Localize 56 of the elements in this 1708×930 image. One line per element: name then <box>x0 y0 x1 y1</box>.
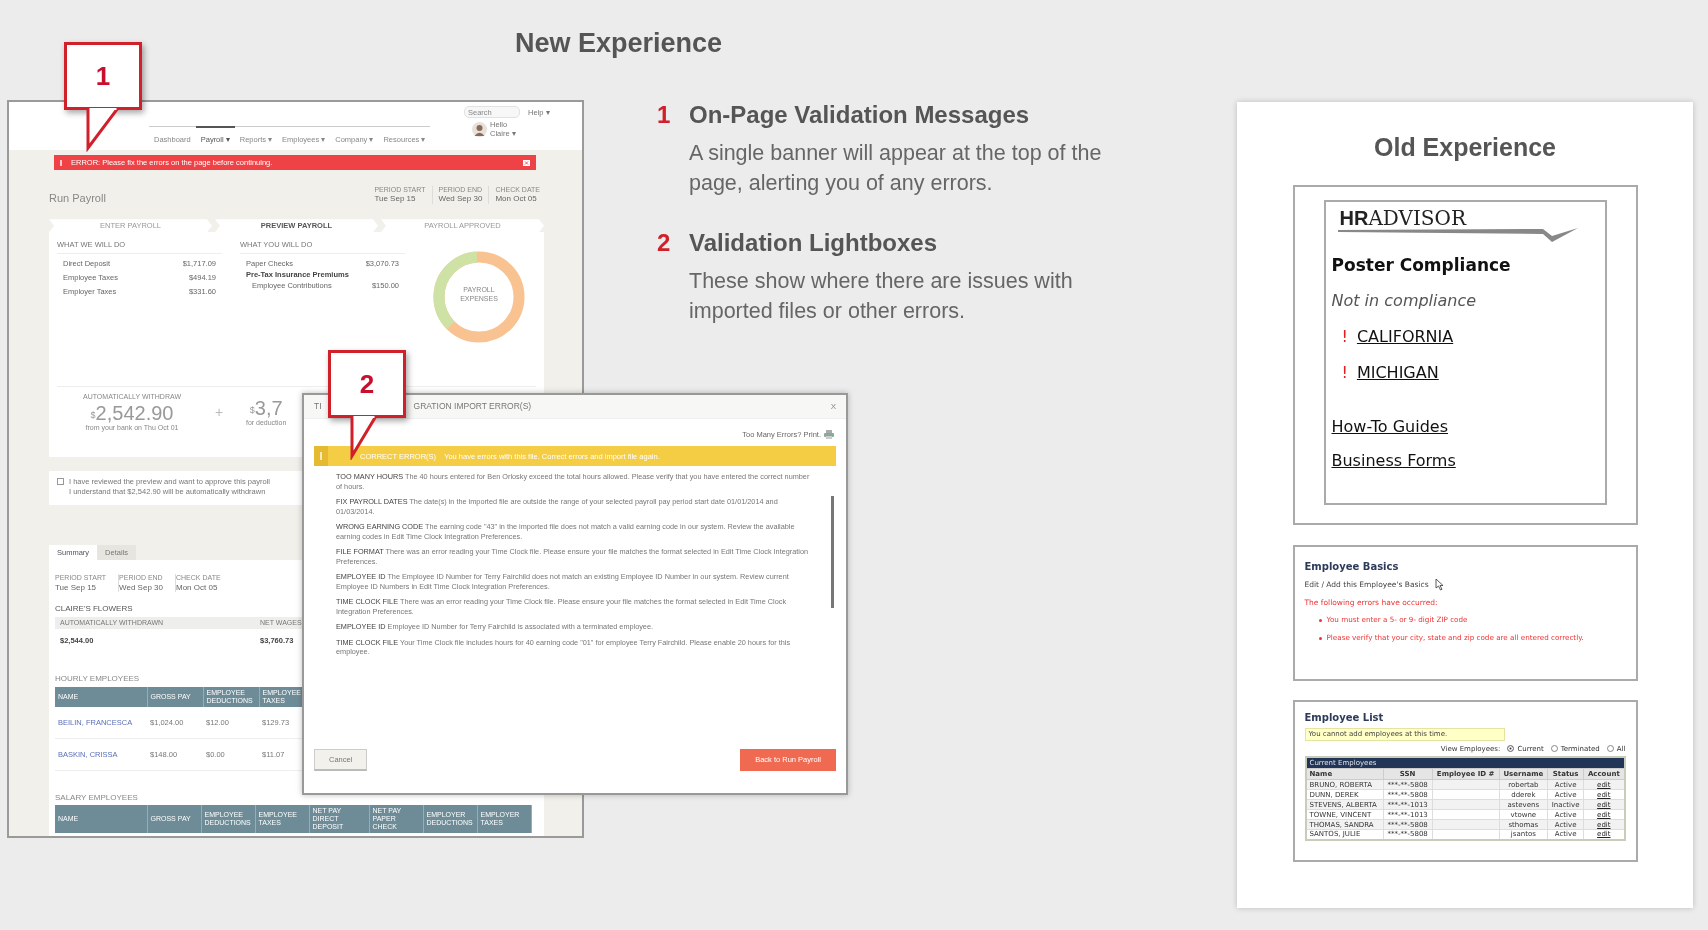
date-value: Wed Sep 30 <box>119 582 163 593</box>
page-title: Run Payroll <box>49 192 106 206</box>
date-value: Mon Oct 05 <box>176 582 218 593</box>
state-link[interactable]: MICHIGAN <box>1356 360 1439 385</box>
date-value: Tue Sep 15 <box>55 582 97 593</box>
table-cell <box>1432 789 1500 800</box>
checkbox[interactable] <box>57 478 64 486</box>
section-title: SALARY EMPLOYEES <box>55 792 138 803</box>
check-swoosh-icon <box>1337 228 1578 243</box>
printer-icon <box>824 430 834 440</box>
close-button[interactable]: X <box>830 400 836 413</box>
date-value: Wed Sep 30 <box>438 194 483 204</box>
dialog-title-fragment: GRATION IMPORT ERROR(S) <box>413 400 532 413</box>
radio-button[interactable] <box>1507 745 1515 753</box>
widget-title: Poster Compliance <box>1331 254 1512 277</box>
status-text: Not in compliance <box>1331 289 1478 312</box>
resource-link[interactable]: Business Forms <box>1331 448 1456 473</box>
card-title: Employee Basics <box>1304 560 1400 574</box>
state-link[interactable]: CALIFORNIA <box>1356 324 1454 349</box>
amount-value: 3,7 <box>254 397 283 420</box>
section-heading: New Experience <box>515 28 723 58</box>
avatar-icon <box>472 121 487 137</box>
date-value: Mon Oct 05 <box>495 194 537 204</box>
point-title: On-Page Validation Messages <box>689 100 1031 130</box>
section-title: HOURLY EMPLOYEES <box>55 674 140 684</box>
cursor-icon <box>1434 578 1444 591</box>
currency-sign: $ <box>249 405 255 416</box>
table-cell <box>1432 809 1500 820</box>
alert-mark: ! <box>1341 325 1348 348</box>
point-number: 2 <box>657 228 672 258</box>
dialog-title-fragment: TI <box>314 400 322 413</box>
table-cell <box>1432 779 1500 790</box>
company-name: CLAIRE'S FLOWERS <box>55 604 133 614</box>
point-title: Validation Lightboxes <box>689 228 939 258</box>
alert-mark: ! <box>1341 361 1348 384</box>
bullet-icon <box>1318 619 1322 623</box>
panel-title: Old Experience <box>1373 132 1557 162</box>
callout-badge: 2 <box>328 350 406 418</box>
close-icon <box>523 159 530 166</box>
point-description: A single banner will appear at the top of the page, alerting you of any errors. <box>689 140 1103 197</box>
radio-button[interactable] <box>1606 745 1614 753</box>
amount-value: 2,542.90 <box>95 401 174 424</box>
point-number: 1 <box>657 100 672 130</box>
resource-link[interactable]: How-To Guides <box>1331 414 1448 439</box>
alert-icon <box>314 446 328 467</box>
point-description: These show where there are issues with imported files or other errors. <box>689 268 1074 325</box>
scrollbar[interactable] <box>831 496 834 609</box>
bullet-icon <box>1318 636 1322 640</box>
table-cell <box>1432 819 1500 830</box>
card-title: Employee List <box>1304 711 1385 725</box>
currency-sign: $ <box>90 409 96 420</box>
table-cell <box>1432 799 1500 810</box>
plus-sign: + <box>215 404 224 421</box>
logo-text: HRADVISOR <box>1339 206 1468 230</box>
date-value: Tue Sep 15 <box>374 194 416 204</box>
radio-button[interactable] <box>1550 745 1558 753</box>
